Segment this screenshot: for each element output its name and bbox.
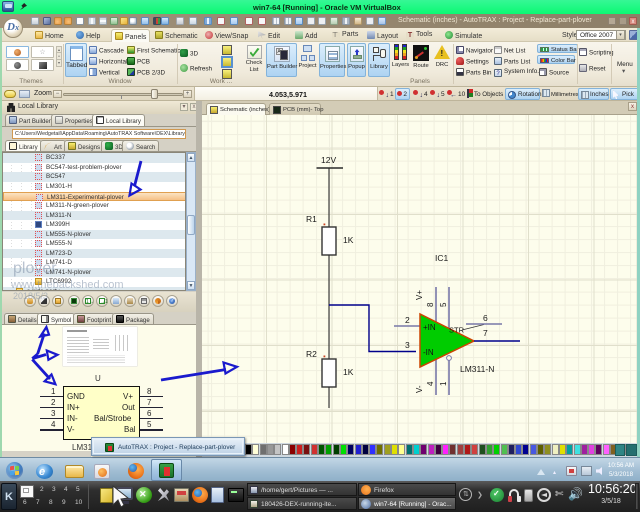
svg-text:1: 1 [439, 381, 448, 386]
svg-text:5: 5 [439, 302, 448, 307]
svg-text:12V: 12V [321, 155, 336, 165]
svg-text:R2: R2 [306, 349, 317, 359]
svg-text:R1: R1 [306, 214, 317, 224]
svg-text:3: 3 [405, 340, 410, 350]
svg-text:6: 6 [483, 313, 488, 323]
svg-text:4: 4 [426, 381, 435, 386]
svg-text:1K: 1K [343, 367, 354, 377]
svg-text:2: 2 [405, 315, 410, 325]
svg-text:+IN: +IN [423, 323, 436, 332]
svg-text:IC1: IC1 [435, 253, 449, 263]
svg-text:LM311-N: LM311-N [460, 364, 494, 374]
svg-text:1K: 1K [343, 235, 354, 245]
svg-text:8: 8 [426, 302, 435, 307]
svg-text:V-: V- [415, 385, 424, 393]
svg-text:V+: V+ [415, 290, 424, 300]
svg-text:7: 7 [483, 328, 488, 338]
svg-text:-IN: -IN [423, 348, 434, 357]
